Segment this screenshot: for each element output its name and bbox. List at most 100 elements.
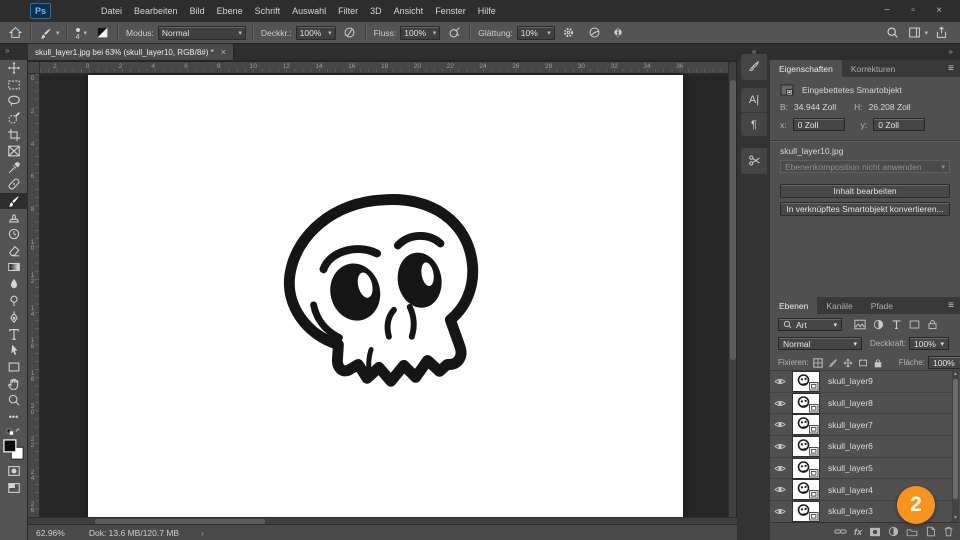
layer-opacity-select[interactable]: 100%▾ <box>909 337 949 350</box>
minimize-button[interactable]: − <box>874 0 900 22</box>
layer-row[interactable]: skull_layer9 <box>770 371 960 393</box>
pen-tool[interactable] <box>0 309 28 326</box>
chevron-down-icon[interactable]: ▾ <box>924 29 928 37</box>
menu-item-bild[interactable]: Bild <box>184 0 211 22</box>
dodge-tool[interactable] <box>0 292 28 309</box>
quick-mask-icon[interactable] <box>0 463 28 480</box>
new-adjustment-layer-icon[interactable] <box>888 526 899 537</box>
menu-item-auswahl[interactable]: Auswahl <box>286 0 332 22</box>
airbrush-icon[interactable] <box>445 24 463 42</box>
lock-transparency-icon[interactable] <box>813 358 823 368</box>
layer-style-fx-icon[interactable]: fx <box>854 527 862 537</box>
menu-item-datei[interactable]: Datei <box>95 0 128 22</box>
document-canvas[interactable] <box>88 75 683 517</box>
layer-visibility-eye-icon[interactable] <box>770 464 790 473</box>
layer-visibility-eye-icon[interactable] <box>770 399 790 408</box>
panel-menu-icon[interactable]: ≡ <box>948 297 954 314</box>
menu-item-schrift[interactable]: Schrift <box>249 0 287 22</box>
workspace-switcher-icon[interactable] <box>905 24 923 42</box>
expand-dock-icon[interactable]: » <box>949 47 952 56</box>
layer-thumbnail[interactable] <box>792 371 820 392</box>
menu-item-ebene[interactable]: Ebene <box>211 0 249 22</box>
filter-pixel-layers-icon[interactable] <box>854 319 866 330</box>
layer-row[interactable]: skull_layer7 <box>770 414 960 436</box>
layers-scrollbar[interactable]: ▲▼ <box>952 370 959 522</box>
quick-selection-tool[interactable] <box>0 110 28 127</box>
home-icon[interactable] <box>6 24 24 42</box>
frame-tool[interactable] <box>0 143 28 160</box>
history-brush-tool[interactable] <box>0 226 28 243</box>
menu-item-filter[interactable]: Filter <box>332 0 364 22</box>
clone-stamp-tool[interactable] <box>0 209 28 226</box>
layer-visibility-eye-icon[interactable] <box>770 442 790 451</box>
layer-row[interactable]: skull_layer5 <box>770 458 960 480</box>
y-position-field[interactable]: 0 Zoll <box>873 118 925 131</box>
tab-eigenschaften[interactable]: Eigenschaften <box>770 60 842 77</box>
canvas-area[interactable]: 2024681012141618202224262830323436 02468… <box>28 60 737 524</box>
zoom-level-field[interactable]: 62.96% <box>36 528 65 538</box>
filter-type-layers-icon[interactable] <box>891 319 902 330</box>
lock-artboard-icon[interactable] <box>858 358 868 368</box>
lock-position-icon[interactable] <box>843 358 853 368</box>
lasso-tool[interactable] <box>0 93 28 110</box>
brush-tool-preset-icon[interactable] <box>37 24 55 42</box>
move-tool[interactable] <box>0 60 28 77</box>
brush-tool[interactable] <box>0 193 28 210</box>
canvas-horizontal-scrollbar[interactable] <box>28 517 737 524</box>
tab-pfade[interactable]: Pfade <box>862 297 902 314</box>
edit-contents-button[interactable]: Inhalt bearbeiten <box>780 184 950 198</box>
brushes-panel-icon[interactable] <box>741 54 767 78</box>
layer-comp-select[interactable]: Ebenenkomposition nicht anwenden▾ <box>780 160 950 173</box>
delete-layer-trash-icon[interactable] <box>943 526 954 537</box>
layer-row[interactable]: skull_layer8 <box>770 393 960 415</box>
filter-shape-layers-icon[interactable] <box>909 319 920 330</box>
filter-adjustment-layers-icon[interactable] <box>873 319 884 330</box>
filter-smart-objects-icon[interactable] <box>927 319 938 330</box>
smoothing-select[interactable]: 10%▾ <box>517 26 555 40</box>
menu-item-fenster[interactable]: Fenster <box>429 0 472 22</box>
convert-to-linked-button[interactable]: In verknüpftes Smartobjekt konvertieren.… <box>780 202 950 216</box>
default-colors-icon[interactable] <box>0 425 28 437</box>
lock-all-icon[interactable] <box>873 358 883 368</box>
color-swatches[interactable] <box>0 437 28 463</box>
path-selection-tool[interactable] <box>0 342 28 359</box>
add-layer-mask-icon[interactable] <box>869 527 881 537</box>
gradient-tool[interactable] <box>0 259 28 276</box>
layer-visibility-eye-icon[interactable] <box>770 377 790 386</box>
blur-tool[interactable] <box>0 276 28 293</box>
tab-kanaele[interactable]: Kanäle <box>817 297 861 314</box>
crop-tool[interactable] <box>0 126 28 143</box>
symmetry-butterfly-icon[interactable] <box>609 24 627 42</box>
eyedropper-tool[interactable] <box>0 160 28 177</box>
link-layers-icon[interactable] <box>834 527 847 536</box>
shape-tool[interactable] <box>0 359 28 376</box>
layer-thumbnail[interactable] <box>792 501 820 522</box>
layer-fill-select[interactable]: 100%▾ <box>928 356 960 369</box>
layer-blend-mode-select[interactable]: Normal▾ <box>778 337 862 350</box>
smoothing-settings-gear-icon[interactable] <box>560 24 578 42</box>
new-layer-icon[interactable] <box>925 526 936 537</box>
document-tab[interactable]: skull_layer1.jpg bei 63% (skull_layer10,… <box>28 44 234 60</box>
search-icon[interactable] <box>883 24 901 42</box>
blend-mode-select[interactable]: Normal▾ <box>158 26 246 40</box>
ruler-origin-corner[interactable] <box>28 62 40 74</box>
flow-select[interactable]: 100%▾ <box>400 26 440 40</box>
opacity-select[interactable]: 100%▾ <box>296 26 336 40</box>
layer-thumbnail[interactable] <box>792 436 820 457</box>
type-tool[interactable] <box>0 326 28 343</box>
layer-thumbnail[interactable] <box>792 414 820 435</box>
paragraph-panel-icon[interactable]: ¶ <box>741 112 767 136</box>
zoom-tool[interactable] <box>0 392 28 409</box>
tab-korrekturen[interactable]: Korrekturen <box>842 60 904 77</box>
status-options-chevron[interactable]: › <box>201 528 204 538</box>
layer-row[interactable]: skull_layer6 <box>770 436 960 458</box>
marquee-select-tool[interactable] <box>0 77 28 94</box>
layer-thumbnail[interactable] <box>792 393 820 414</box>
layer-visibility-eye-icon[interactable] <box>770 485 790 494</box>
menu-item-hilfe[interactable]: Hilfe <box>472 0 502 22</box>
tab-ebenen[interactable]: Ebenen <box>770 297 817 314</box>
layer-visibility-eye-icon[interactable] <box>770 420 790 429</box>
brush-settings-panel-toggle-icon[interactable] <box>93 24 111 42</box>
x-position-field[interactable]: 0 Zoll <box>793 118 845 131</box>
character-panel-icon[interactable]: A| <box>741 88 767 112</box>
